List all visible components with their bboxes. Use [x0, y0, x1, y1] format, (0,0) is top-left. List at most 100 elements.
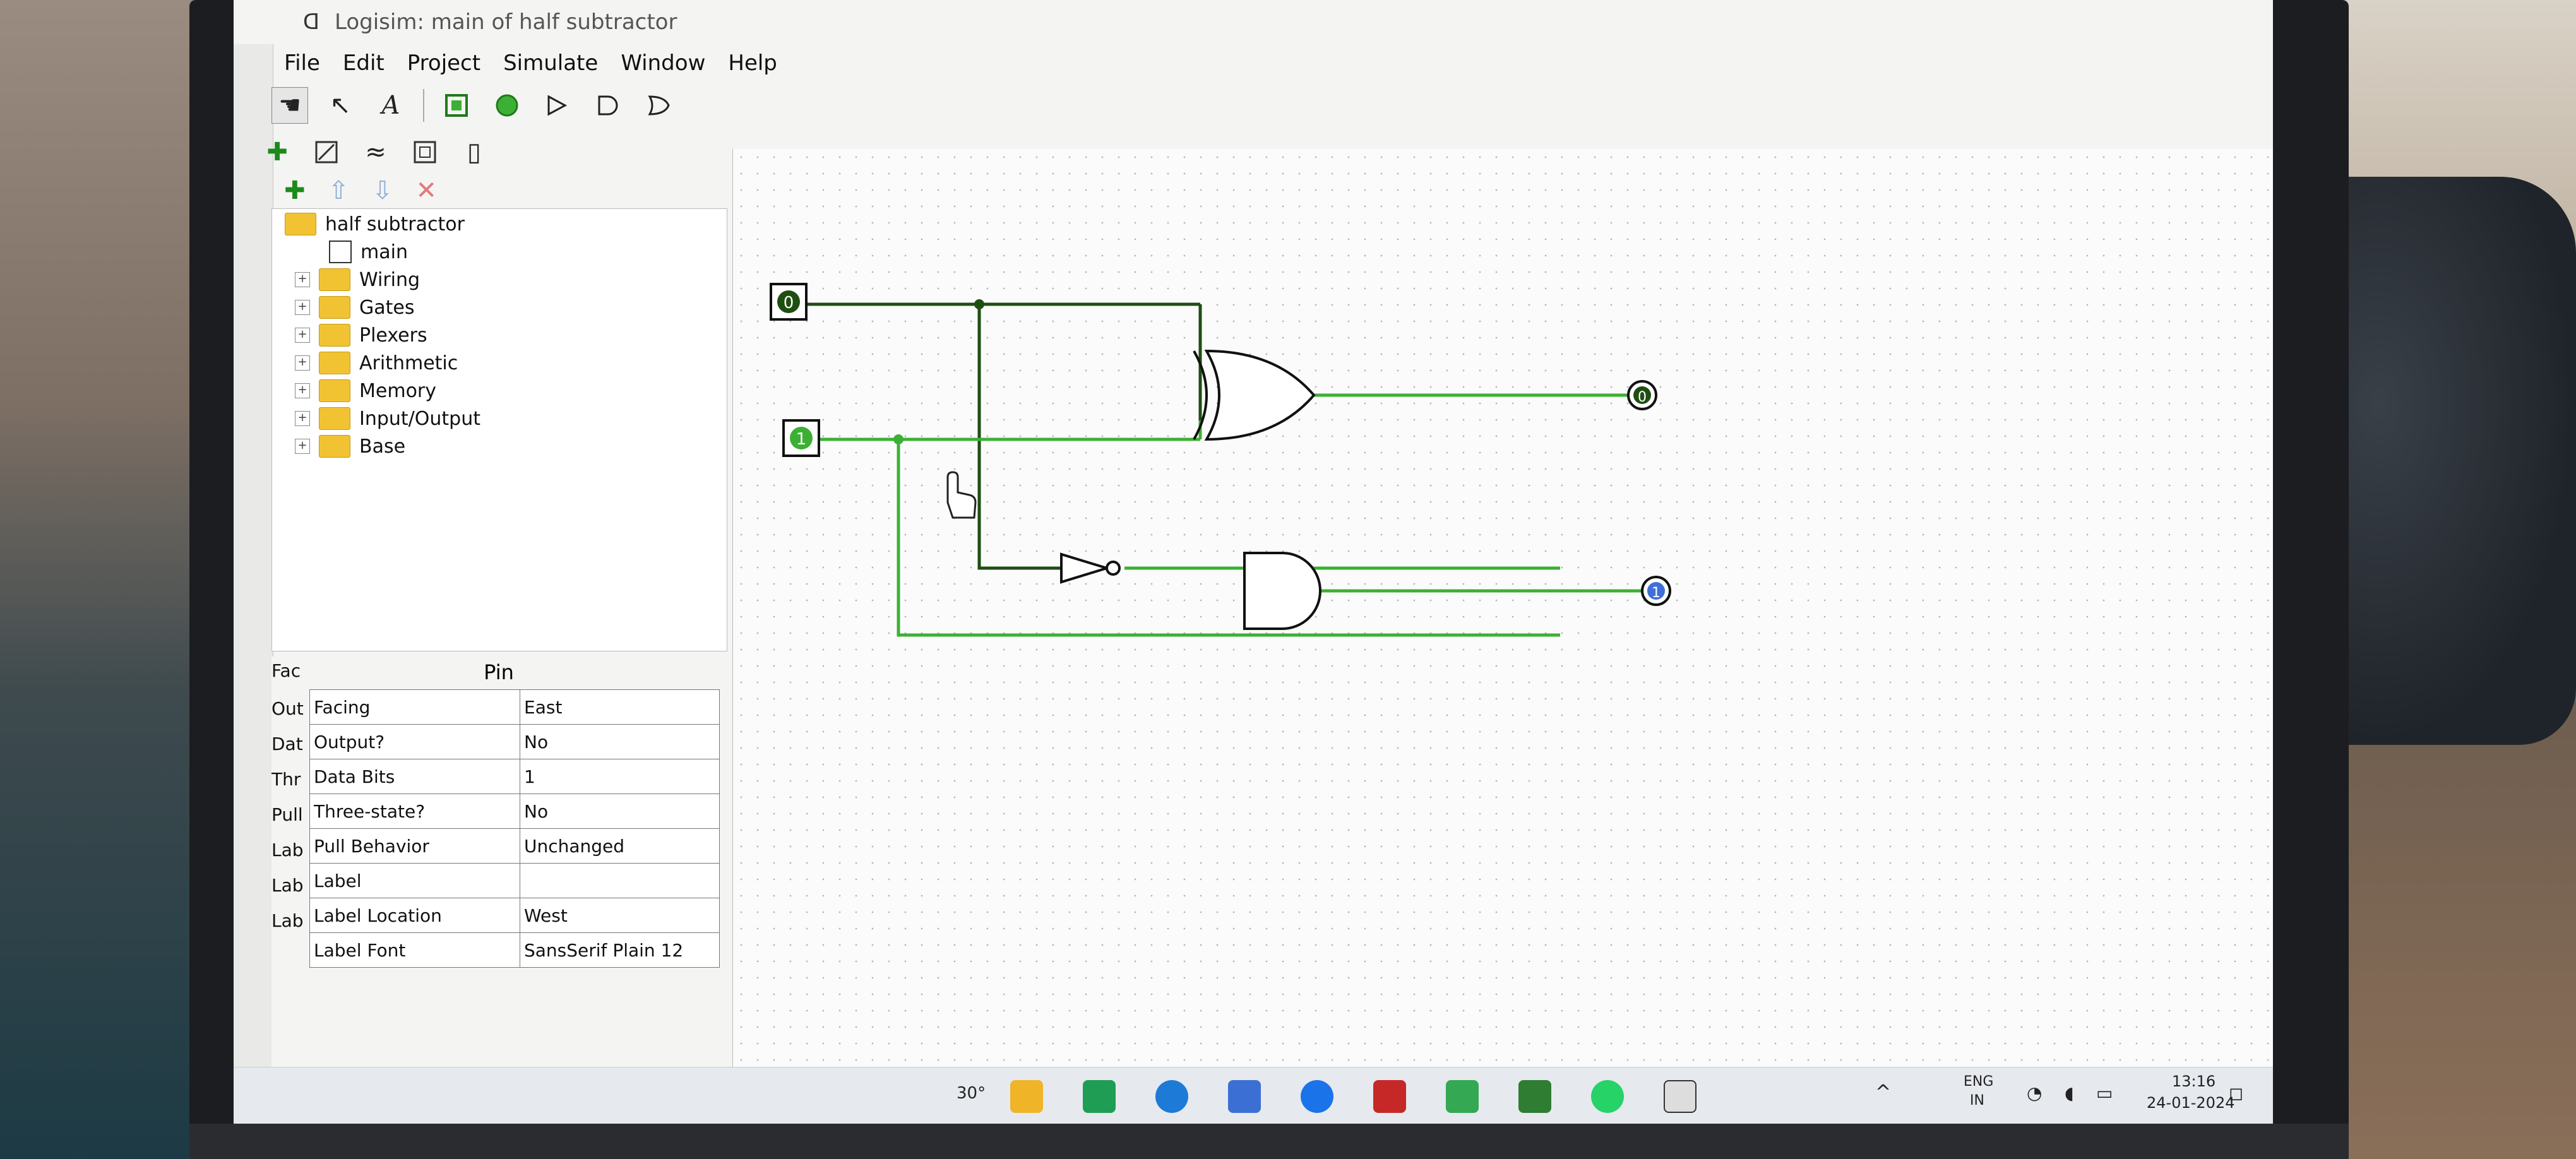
or-gate-tool-icon[interactable]	[640, 87, 677, 124]
remove-icon[interactable]: ✕	[416, 176, 438, 205]
attribute-row-label-font: Label Font SansSerif Plain 12	[309, 932, 720, 968]
attribute-row-facing: Facing East	[309, 689, 720, 725]
move-up-icon[interactable]: ⇧	[328, 176, 350, 205]
input-a-value: 0	[784, 294, 794, 312]
attribute-value-three-state[interactable]: No	[520, 793, 720, 829]
help-icon[interactable]	[1301, 1080, 1333, 1113]
attribute-key: Label	[309, 863, 520, 898]
background-window-label: Lab	[271, 910, 304, 931]
language-top[interactable]: ENG	[1964, 1074, 1993, 1090]
menu-project[interactable]: Project	[407, 51, 480, 76]
output-pin-tool-icon[interactable]	[489, 87, 525, 124]
move-down-icon[interactable]: ⇩	[372, 176, 393, 205]
appearance-icon[interactable]	[407, 134, 443, 170]
spreadsheet-app-icon[interactable]	[1518, 1080, 1551, 1113]
attribute-value-pull-behavior[interactable]: Unchanged	[520, 828, 720, 864]
not-gate[interactable]	[1060, 552, 1121, 584]
and-gate-tool-icon[interactable]	[590, 87, 626, 124]
menu-bar: File Edit Project Simulate Window Help	[234, 44, 2273, 82]
tree-circuit-main[interactable]: main	[329, 238, 408, 266]
battery-icon[interactable]: ▭	[2096, 1083, 2113, 1103]
tree-library-input-output[interactable]: + Input/Output	[295, 405, 480, 432]
add-circuit-icon[interactable]: ✚	[284, 176, 306, 205]
folder-icon	[319, 379, 350, 402]
folder-icon	[319, 324, 350, 347]
logisim-taskbar-icon[interactable]	[1664, 1080, 1696, 1113]
expand-icon[interactable]: +	[295, 439, 310, 454]
tray-overflow-icon[interactable]: ^	[1875, 1081, 1891, 1103]
attribute-value-data-bits[interactable]: 1	[520, 759, 720, 794]
circuit-label: main	[361, 241, 408, 263]
difference-output-value: 0	[1638, 389, 1647, 405]
hand-cursor-icon	[946, 471, 977, 519]
menu-file[interactable]: File	[284, 51, 320, 76]
circuit-icon	[329, 241, 352, 263]
file-explorer-icon[interactable]	[1010, 1080, 1043, 1113]
select-tool-icon[interactable]: ↖	[322, 87, 359, 124]
attribute-value-label[interactable]	[520, 863, 720, 898]
tree-library-plexers[interactable]: + Plexers	[295, 321, 427, 349]
laptop-base	[189, 1124, 2349, 1159]
library-label: Gates	[359, 296, 415, 319]
weather-temperature[interactable]: 30°	[957, 1084, 986, 1103]
library-label: Base	[359, 435, 406, 458]
attribute-value-output[interactable]: No	[520, 724, 720, 759]
wire-input-a[interactable]	[802, 302, 1202, 570]
expand-icon[interactable]: +	[295, 328, 310, 343]
library-label: Plexers	[359, 324, 427, 347]
mcafee-icon[interactable]	[1373, 1080, 1406, 1113]
attribute-value-label-font[interactable]: SansSerif Plain 12	[520, 932, 720, 968]
output-pin-difference[interactable]: 0	[1627, 380, 1657, 410]
notification-icon[interactable]: ◻	[2229, 1083, 2243, 1103]
games-app-icon[interactable]	[1083, 1080, 1116, 1113]
attribute-value-facing[interactable]: East	[520, 689, 720, 725]
add-icon[interactable]: ✚	[259, 134, 295, 170]
page-icon[interactable]: ▯	[456, 134, 492, 170]
play-store-icon[interactable]	[1446, 1080, 1479, 1113]
edit-layout-icon[interactable]	[308, 134, 345, 170]
project-label: half subtractor	[325, 213, 465, 235]
and-gate[interactable]	[1243, 552, 1321, 630]
attribute-panel: Pin Fac Out Dat Thr Pull Lab Lab Lab Fac…	[271, 657, 726, 1067]
attribute-key: Output?	[309, 724, 520, 759]
toolbar-separator	[423, 89, 424, 122]
menu-help[interactable]: Help	[728, 51, 777, 76]
tree-library-arithmetic[interactable]: + Arithmetic	[295, 349, 458, 377]
wire-input-b[interactable]	[815, 420, 1560, 637]
input-pin-a[interactable]: 0	[770, 283, 808, 321]
expand-icon[interactable]: +	[295, 411, 310, 426]
whatsapp-icon[interactable]	[1591, 1080, 1624, 1113]
expand-icon[interactable]: +	[295, 300, 310, 315]
not-gate-tool-icon[interactable]	[539, 87, 576, 124]
menu-edit[interactable]: Edit	[343, 51, 385, 76]
expand-icon[interactable]: +	[295, 272, 310, 287]
tree-library-base[interactable]: + Base	[295, 432, 405, 460]
poke-tool-icon[interactable]: ☚	[271, 87, 308, 124]
menu-window[interactable]: Window	[621, 51, 705, 76]
attribute-key: Data Bits	[309, 759, 520, 794]
xor-gate[interactable]	[1193, 349, 1316, 441]
tree-library-wiring[interactable]: + Wiring	[295, 266, 420, 294]
explorer-toolbar: ✚ ≈ ▯	[259, 130, 492, 174]
language-bottom[interactable]: IN	[1970, 1093, 1984, 1108]
output-pin-borrow[interactable]: 1	[1641, 576, 1671, 606]
volume-icon[interactable]: ◖	[2065, 1083, 2074, 1103]
edge-browser-icon[interactable]	[1155, 1080, 1188, 1113]
menu-simulate[interactable]: Simulate	[503, 51, 598, 76]
expand-icon[interactable]: +	[295, 383, 310, 398]
text-tool-icon[interactable]: A	[373, 87, 409, 124]
clock-date[interactable]: 24-01-2024	[2147, 1094, 2234, 1112]
store-icon[interactable]	[1228, 1080, 1261, 1113]
input-pin-tool-icon[interactable]	[438, 87, 475, 124]
clock-time[interactable]: 13:16	[2172, 1073, 2215, 1090]
input-pin-b[interactable]: 1	[782, 419, 820, 457]
simulate-icon[interactable]: ≈	[357, 134, 394, 170]
tree-library-memory[interactable]: + Memory	[295, 377, 436, 405]
expand-icon[interactable]: +	[295, 355, 310, 371]
tree-project[interactable]: half subtractor	[285, 210, 465, 238]
wifi-icon[interactable]: ◔	[2027, 1083, 2042, 1103]
main-toolbar: ☚ ↖ A	[271, 82, 677, 129]
tree-library-gates[interactable]: + Gates	[295, 294, 414, 321]
attribute-value-label-location[interactable]: West	[520, 898, 720, 933]
circuit-canvas[interactable]: 0 1 0 1	[732, 149, 2273, 1067]
